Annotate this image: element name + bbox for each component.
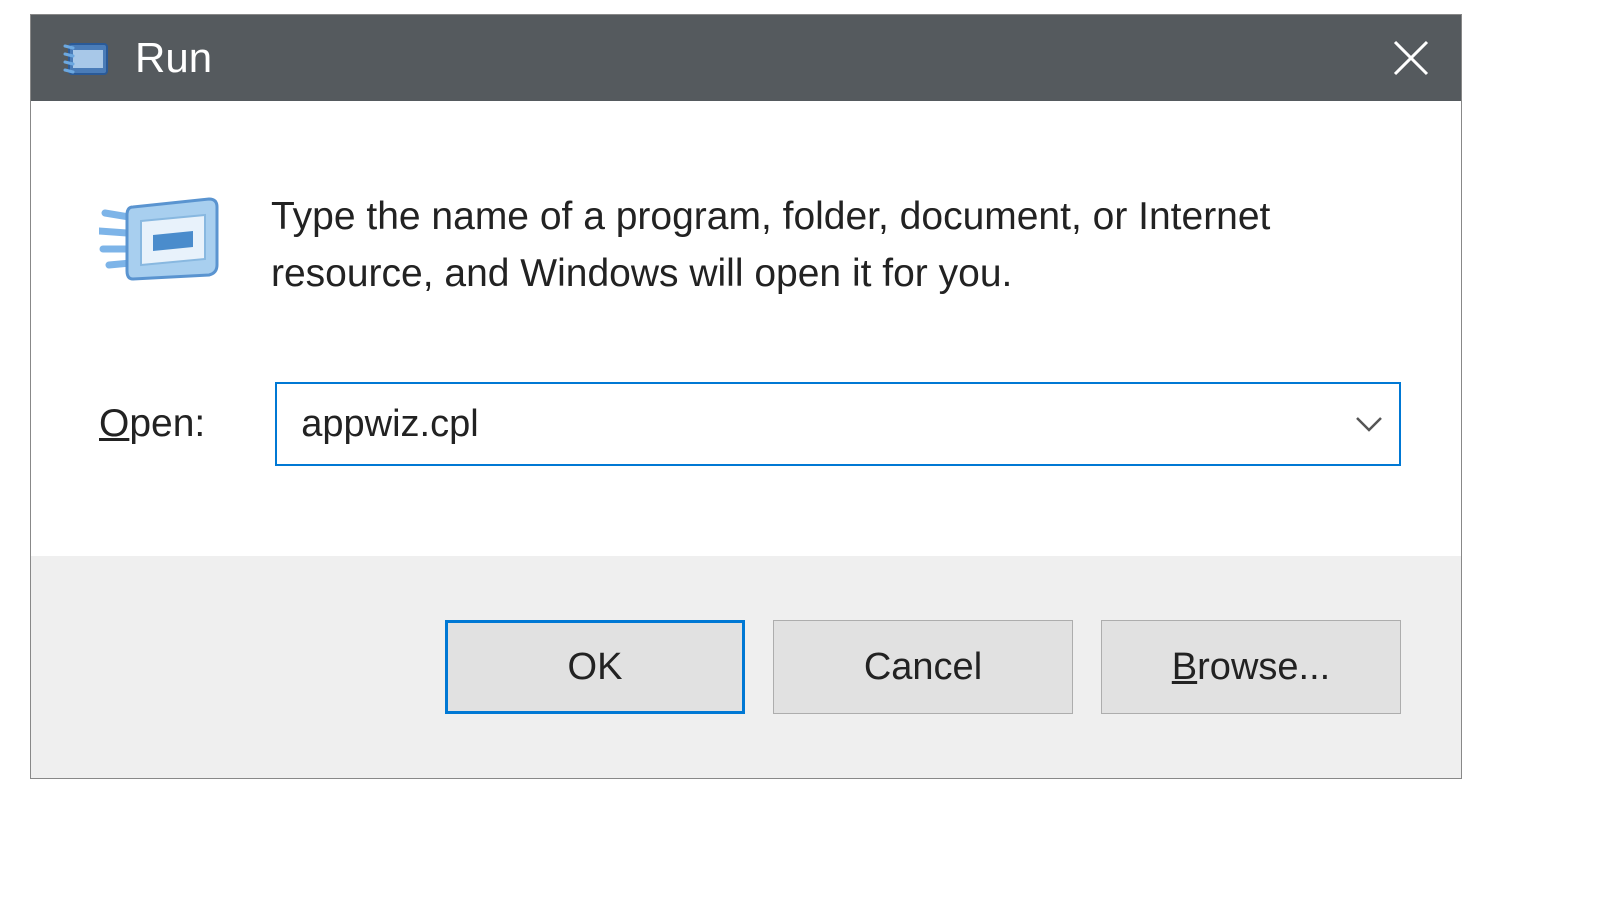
run-titlebar-icon [63,36,111,80]
cancel-button[interactable]: Cancel [773,620,1073,714]
run-dialog-icon [99,195,219,283]
cancel-button-label: Cancel [864,646,982,689]
run-dialog: Run Type t [30,14,1462,779]
titlebar[interactable]: Run [31,15,1461,101]
ok-button[interactable]: OK [445,620,745,714]
open-input-row: Open: [99,382,1401,556]
close-button[interactable] [1381,28,1441,88]
dialog-content: Type the name of a program, folder, docu… [31,101,1461,556]
open-combobox[interactable] [275,382,1401,466]
open-input[interactable] [277,384,1339,464]
instruction-text: Type the name of a program, folder, docu… [271,189,1401,302]
browse-button-label: Browse... [1172,646,1330,689]
window-title: Run [135,34,1381,82]
ok-button-label: OK [568,646,623,689]
instruction-row: Type the name of a program, folder, docu… [99,189,1401,302]
open-label: Open: [99,402,205,446]
close-icon [1391,38,1431,78]
chevron-down-icon [1355,416,1383,432]
browse-button[interactable]: Browse... [1101,620,1401,714]
button-bar: OK Cancel Browse... [31,556,1461,778]
combobox-dropdown-button[interactable] [1339,384,1399,464]
